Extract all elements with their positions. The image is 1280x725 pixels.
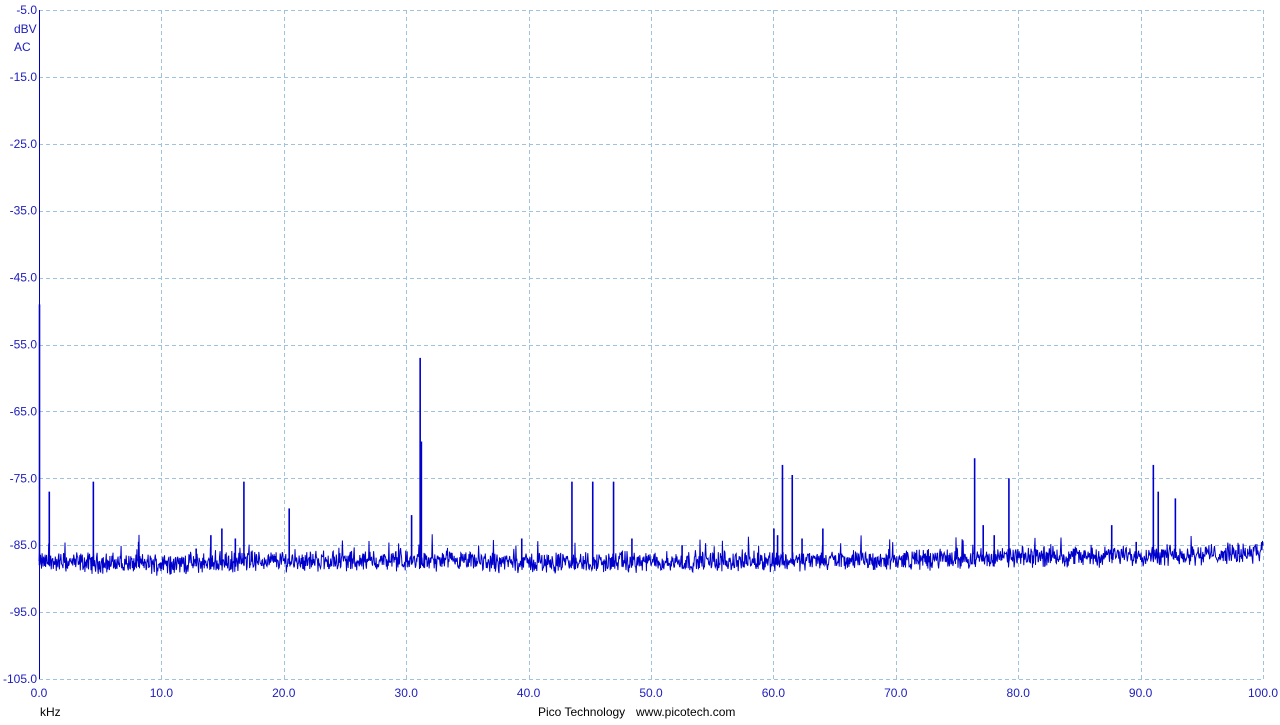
spectrum-plot: -5.0 -15.0 -25.0 -35.0 -45.0 -55.0 -65.0 -75.0 -… xyxy=(3,3,1278,719)
y-tick-label: -45.0 xyxy=(10,271,38,285)
footer-url: www.picotech.com xyxy=(635,705,735,719)
footer-brand: Pico Technology xyxy=(538,705,625,719)
x-tick-label: 50.0 xyxy=(639,686,663,700)
x-tick-label: 20.0 xyxy=(272,686,296,700)
y-tick-label: -55.0 xyxy=(10,338,38,352)
x-tick-label: 60.0 xyxy=(762,686,786,700)
labels: -5.0 -15.0 -25.0 -35.0 -45.0 -55.0 -65.0 -75.0 -… xyxy=(3,3,1278,719)
x-tick-label: 80.0 xyxy=(1007,686,1031,700)
x-unit-label: kHz xyxy=(40,705,61,719)
y-tick-label: -15.0 xyxy=(10,70,38,84)
y-tick-label: -105.0 xyxy=(3,672,37,686)
y-tick-label: -35.0 xyxy=(10,204,38,218)
x-tick-label: 0.0 xyxy=(31,686,48,700)
y-tick-label: -75.0 xyxy=(10,471,38,485)
y-tick-label: -85.0 xyxy=(10,538,38,552)
y-tick-label: -95.0 xyxy=(10,605,38,619)
grid xyxy=(39,10,1264,680)
y-unit-label: dBV xyxy=(14,22,37,36)
y-coupling-label: AC xyxy=(14,40,31,54)
x-tick-label: 30.0 xyxy=(395,686,419,700)
spectrum-chart: -5.0 -15.0 -25.0 -35.0 -45.0 -55.0 -65.0 -75.0 -… xyxy=(0,0,1280,720)
y-tick-label: -5.0 xyxy=(16,3,37,17)
x-tick-label: 90.0 xyxy=(1129,686,1153,700)
x-tick-label: 10.0 xyxy=(150,686,174,700)
y-tick-label: -65.0 xyxy=(10,404,38,418)
x-tick-label: 100.0 xyxy=(1248,686,1278,700)
x-tick-label: 40.0 xyxy=(517,686,541,700)
y-tick-label: -25.0 xyxy=(10,137,38,151)
x-tick-label: 70.0 xyxy=(884,686,908,700)
